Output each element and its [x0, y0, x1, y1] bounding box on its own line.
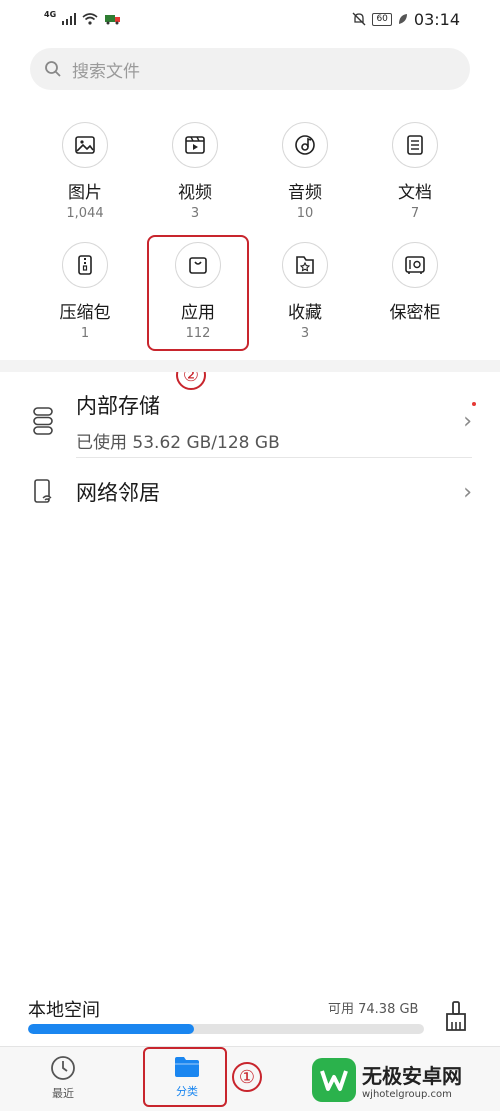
category-label: 保密柜	[389, 303, 441, 323]
wifi-icon	[82, 13, 98, 25]
nav-recent-label: 最近	[52, 1087, 74, 1100]
storage-progress-fill	[28, 1024, 195, 1034]
search-input[interactable]: 搜索文件	[30, 48, 470, 90]
safe-icon	[392, 242, 438, 288]
category-audio[interactable]: 音频 10	[250, 122, 360, 221]
category-images[interactable]: 图片 1,044	[30, 122, 140, 221]
network-neighborhood-title: 网络邻居	[76, 481, 160, 505]
section-divider	[0, 360, 500, 372]
category-safe[interactable]: 保密柜	[360, 242, 470, 323]
category-count: 7	[410, 206, 420, 221]
status-bar: 4G 60 03:14	[0, 0, 500, 38]
local-space-panel: 本地空间 可用 74.38 GB	[0, 990, 500, 1044]
internal-storage-usage: 已使用 53.62 GB/128 GB	[76, 432, 280, 453]
chevron-right-icon: ›	[463, 408, 472, 434]
clock: 03:14	[413, 9, 460, 29]
storage-icon	[28, 406, 58, 436]
category-count: 1,044	[66, 206, 104, 221]
image-icon	[62, 122, 108, 168]
mute-bell-icon	[352, 12, 366, 26]
category-videos[interactable]: 视频 3	[140, 122, 250, 221]
category-label: 视频	[178, 183, 212, 203]
row-divider	[76, 457, 472, 458]
signal-icon	[62, 13, 77, 25]
local-space-label: 本地空间	[28, 1000, 100, 1021]
audio-icon	[282, 122, 328, 168]
available-space: 可用 74.38 GB	[328, 1002, 419, 1017]
category-label: 收藏	[288, 303, 322, 323]
leaf-icon	[398, 14, 407, 24]
nav-recent[interactable]: 最近	[23, 1055, 103, 1101]
internal-storage-title: 内部存储	[76, 393, 160, 418]
category-count: 3	[190, 206, 200, 221]
network-type: 4G	[44, 9, 57, 19]
network-device-icon	[28, 478, 58, 506]
watermark-title: 无极安卓网	[362, 1064, 462, 1088]
highlight-box-category	[143, 1047, 227, 1107]
category-label: 压缩包	[59, 303, 111, 323]
category-count: 3	[300, 326, 310, 341]
truck-icon	[105, 15, 121, 25]
category-label: 图片	[68, 183, 102, 203]
category-count: 1	[80, 326, 90, 341]
category-label: 音频	[288, 183, 322, 203]
video-icon	[172, 122, 218, 168]
internal-storage-row[interactable]: 内部存储 已使用 53.62 GB/128 GB ›	[0, 388, 500, 454]
search-placeholder: 搜索文件	[72, 61, 140, 82]
watermark-url: wjhotelgroup.com	[362, 1089, 452, 1100]
category-favorites[interactable]: 收藏 3	[250, 242, 360, 341]
document-icon	[392, 122, 438, 168]
storage-progress-bar	[28, 1024, 424, 1034]
network-neighborhood-row[interactable]: 网络邻居 ›	[0, 472, 500, 512]
category-documents[interactable]: 文档 7	[360, 122, 470, 221]
notification-dot	[472, 402, 476, 406]
cleanup-broom-icon[interactable]	[442, 1000, 470, 1032]
battery-indicator: 60	[372, 12, 392, 26]
watermark: 无极安卓网 wjhotelgroup.com	[312, 1058, 462, 1102]
category-count: 10	[296, 206, 314, 221]
highlight-box-apps	[147, 235, 249, 351]
clock-icon	[51, 1056, 75, 1080]
watermark-logo	[312, 1058, 356, 1102]
category-archives[interactable]: 压缩包 1	[30, 242, 140, 341]
search-icon	[45, 61, 61, 77]
archive-icon	[62, 242, 108, 288]
favorite-icon	[282, 242, 328, 288]
step-1-marker: ①	[232, 1062, 262, 1092]
category-label: 文档	[398, 183, 432, 203]
chevron-right-icon: ›	[463, 479, 472, 505]
